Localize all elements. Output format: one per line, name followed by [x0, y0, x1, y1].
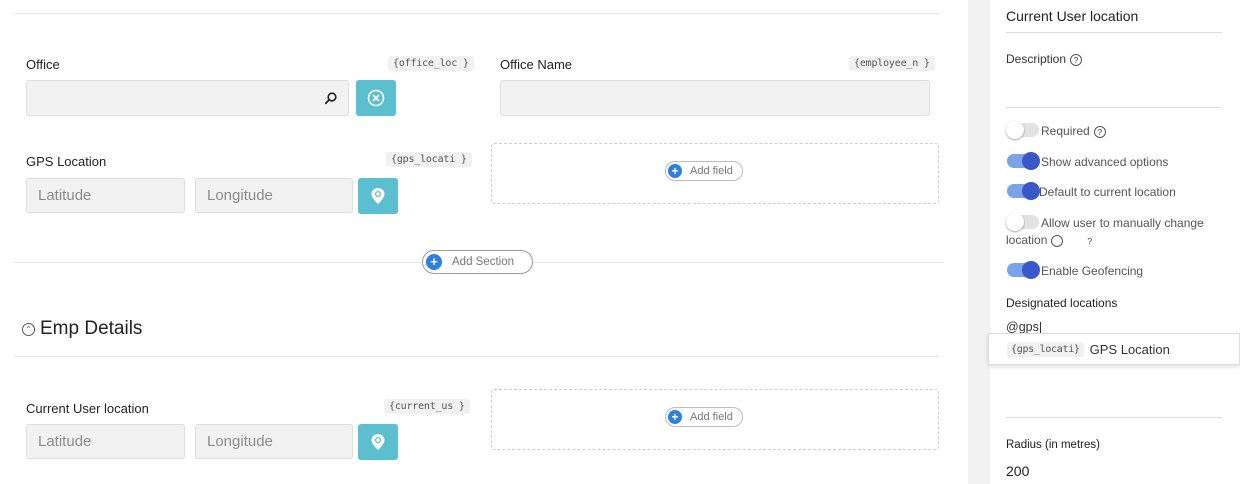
required-label: Required? [1041, 123, 1106, 140]
allow-manual-change-label-text: Allow user to manually change location [1006, 216, 1204, 247]
close-circle-icon [367, 89, 385, 107]
current-locate-button[interactable] [358, 424, 398, 460]
gps-longitude-input[interactable]: Longitude [195, 178, 353, 213]
description-underline [1006, 107, 1222, 108]
location-suggestion-option[interactable]: {gps_locati} GPS Location [988, 333, 1240, 365]
designated-locations-input[interactable]: @gps [1006, 320, 1041, 334]
enable-geofencing-toggle[interactable] [1007, 261, 1040, 279]
field-title-input[interactable]: Current User location [1006, 8, 1138, 24]
designated-underline [1006, 417, 1222, 418]
section-title-emp-details[interactable]: ⌃ Emp Details [22, 318, 142, 340]
office-name-label: Office Name [500, 57, 573, 72]
plus-circle-icon: + [668, 164, 682, 178]
show-advanced-options-label: Show advanced options [1041, 155, 1169, 169]
add-field-label: Add field [690, 411, 733, 423]
form-canvas: Office {office_loc } Office Name {employ… [0, 0, 968, 484]
help-circle-icon[interactable]: ? [1070, 53, 1083, 66]
current-user-location-label: Current User location [26, 401, 149, 416]
add-field-button[interactable]: + Add field [665, 161, 743, 181]
suggestion-key-chip: {gps_locati} [1007, 341, 1084, 357]
toggle-knob [1022, 152, 1040, 170]
description-label: Description? [1006, 52, 1083, 66]
radius-label: Radius (in metres) [1006, 439, 1100, 451]
default-current-location-toggle[interactable] [1007, 182, 1040, 200]
section-divider-emp [14, 356, 939, 357]
description-label-text: Description [1006, 52, 1067, 66]
search-icon[interactable] [324, 91, 338, 105]
add-field-label: Add field [690, 165, 733, 177]
toggle-knob [1022, 182, 1040, 200]
current-latitude-input[interactable]: Latitude [26, 424, 185, 459]
help-circle-icon[interactable]: ? [1093, 125, 1106, 138]
panel-gutter [968, 0, 990, 484]
section-title-text: Emp Details [40, 318, 143, 339]
chevron-up-circle-icon[interactable]: ⌃ [22, 322, 35, 336]
add-field-button[interactable]: + Add field [665, 407, 743, 427]
gps-latitude-input[interactable]: Latitude [26, 178, 185, 213]
gps-locate-button[interactable] [358, 178, 398, 214]
section-divider-top [14, 13, 939, 14]
enable-geofencing-label: Enable Geofencing [1041, 264, 1144, 278]
required-label-text: Required [1041, 124, 1090, 138]
default-current-location-label: Default to current location [1039, 185, 1176, 199]
add-section-label: Add Section [452, 256, 515, 268]
gps-location-label: GPS Location [26, 154, 107, 169]
office-search-input[interactable] [26, 80, 349, 116]
help-circle-icon[interactable]: ? [1051, 234, 1092, 247]
show-advanced-options-toggle[interactable] [1007, 152, 1040, 170]
gps-location-key-chip: {gps_locati } [386, 152, 472, 167]
plus-circle-icon: + [668, 410, 682, 424]
current-user-location-key-chip: {current_us } [384, 399, 470, 414]
office-key-chip: {office_loc } [388, 56, 474, 71]
add-section-button[interactable]: + Add Section [422, 250, 534, 274]
field-title-underline [1006, 32, 1222, 33]
map-pin-icon [371, 188, 385, 204]
office-label: Office [26, 57, 60, 72]
toggle-knob [1006, 121, 1024, 139]
current-longitude-input[interactable]: Longitude [195, 424, 353, 459]
allow-manual-change-label: Allow user to manually change location? [1006, 215, 1216, 249]
office-name-key-chip: {employee_n } [849, 56, 935, 71]
toggle-knob [1022, 261, 1040, 279]
plus-circle-icon: + [426, 254, 442, 270]
map-pin-icon [371, 434, 385, 450]
radius-input[interactable]: 200 [1006, 463, 1029, 479]
office-name-input[interactable] [500, 80, 930, 116]
office-clear-button[interactable] [356, 80, 396, 116]
designated-locations-label: Designated locations [1006, 296, 1118, 310]
text-caret [1039, 321, 1041, 334]
designated-input-value: @gps [1006, 320, 1039, 334]
suggestion-label: GPS Location [1089, 341, 1170, 357]
required-toggle[interactable] [1006, 121, 1039, 139]
